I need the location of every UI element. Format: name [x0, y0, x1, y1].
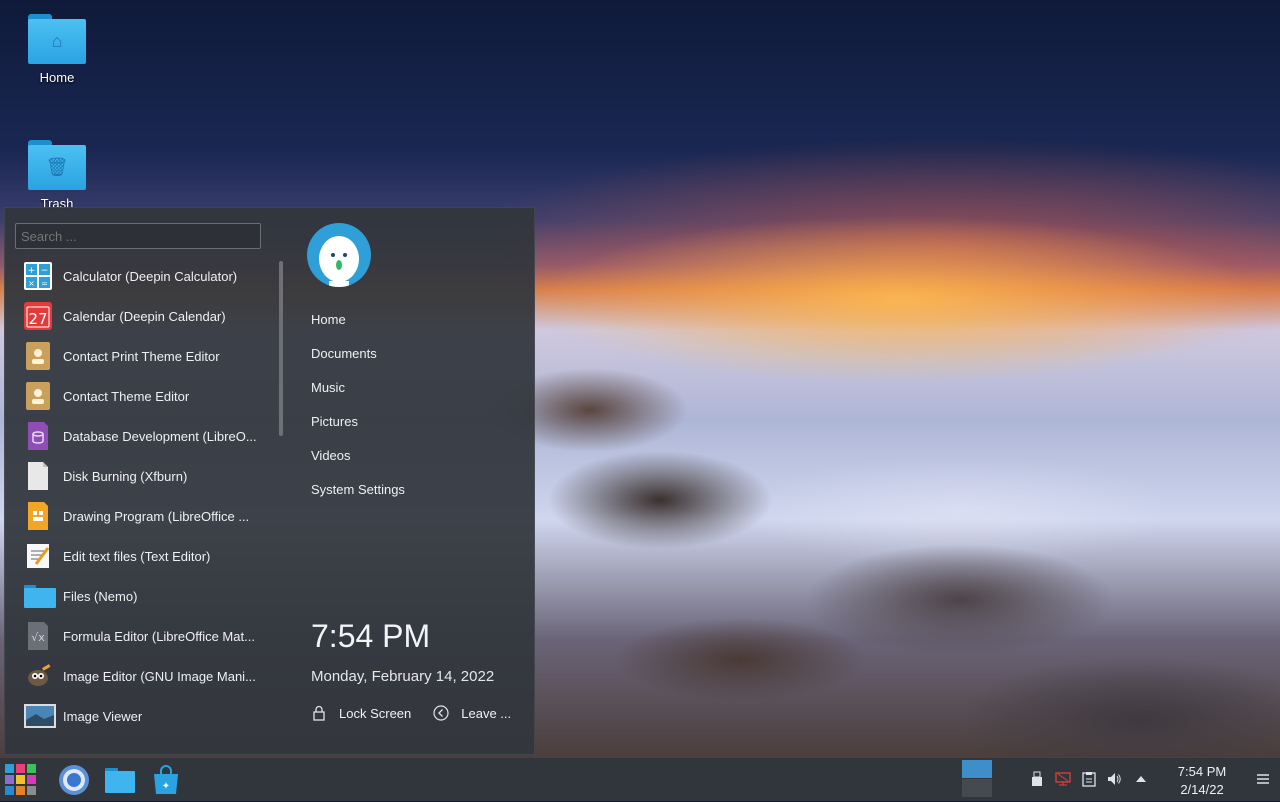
libreoffice-base-icon [24, 422, 52, 450]
app-item-libreoffice-math[interactable]: √x Formula Editor (LibreOffice Mat... [5, 616, 277, 656]
calendar-badge: 27 [28, 310, 47, 328]
leave-label: Leave ... [461, 705, 512, 721]
desktop-1-cell[interactable] [962, 760, 992, 778]
text-editor-icon [24, 542, 52, 570]
svg-text:×: × [28, 279, 35, 288]
app-label: Calendar (Deepin Calendar) [63, 308, 226, 324]
place-music[interactable]: Music [311, 371, 405, 405]
clock-time: 7:54 PM [1177, 764, 1227, 779]
leave-button[interactable]: Leave ... [433, 705, 511, 721]
app-item-contact-theme-editor[interactable]: Contact Theme Editor [5, 376, 277, 416]
lock-icon [313, 705, 325, 721]
volume-icon[interactable] [1106, 771, 1122, 787]
app-list-scrollbar[interactable] [279, 261, 283, 436]
network-icon[interactable] [1055, 771, 1071, 787]
usb-icon[interactable] [1029, 771, 1045, 787]
app-item-xfburn[interactable]: Disk Burning (Xfburn) [5, 456, 277, 496]
menu-icon[interactable] [1255, 771, 1271, 787]
app-label: Database Development (LibreO... [63, 428, 257, 444]
app-item-gimp[interactable]: Image Editor (GNU Image Mani... [5, 656, 277, 696]
start-menu-icon[interactable] [4, 763, 36, 795]
places-list: Home Documents Music Pictures Videos Sys… [311, 303, 405, 507]
app-item-image-viewer[interactable]: Image Viewer [5, 696, 277, 736]
desktop-2-cell[interactable] [962, 779, 992, 797]
clock-date: 2/14/22 [1180, 782, 1224, 797]
app-item-libreoffice-draw[interactable]: Drawing Program (LibreOffice ... [5, 496, 277, 536]
taskbar-clock[interactable]: 7:54 PM 2/14/22 [1160, 763, 1244, 799]
svg-text:=: = [41, 279, 48, 288]
folder-icon [24, 582, 56, 610]
app-item-calendar[interactable]: 27 Calendar (Deepin Calendar) [5, 296, 277, 336]
expand-tray-icon[interactable] [1133, 771, 1149, 787]
desktop-icon-label: Home [39, 70, 75, 85]
gimp-icon [24, 662, 52, 690]
svg-text:−: − [41, 266, 49, 276]
app-label: Calculator (Deepin Calculator) [63, 268, 238, 284]
app-item-text-editor[interactable]: Edit text files (Text Editor) [5, 536, 277, 576]
app-label: Image Viewer [63, 708, 143, 724]
calculator-icon: + − × = [24, 262, 52, 290]
session-actions: Lock Screen Leave ... [311, 705, 533, 721]
app-label: Contact Theme Editor [63, 388, 190, 404]
place-documents[interactable]: Documents [311, 337, 405, 371]
clipboard-icon[interactable] [1081, 771, 1097, 787]
app-label: Image Editor (GNU Image Mani... [63, 668, 256, 684]
app-label: Drawing Program (LibreOffice ... [63, 508, 250, 524]
contact-theme-icon [24, 382, 52, 410]
calendar-icon: 27 [24, 302, 52, 330]
app-item-contact-print-theme-editor[interactable]: Contact Print Theme Editor [5, 336, 277, 376]
desktop-icon-home[interactable]: ⌂ Home [12, 14, 102, 85]
svg-text:✦: ✦ [162, 781, 170, 792]
user-avatar[interactable] [307, 223, 371, 287]
lock-screen-button[interactable]: Lock Screen [311, 705, 411, 721]
app-label: Edit text files (Text Editor) [63, 548, 211, 564]
taskbar: ✦ 7:54 PM 2/14/22 [0, 757, 1280, 801]
app-item-libreoffice-base[interactable]: Database Development (LibreO... [5, 416, 277, 456]
svg-text:+: + [28, 266, 36, 276]
app-item-files-nemo[interactable]: Files (Nemo) [5, 576, 277, 616]
leave-icon [433, 705, 449, 721]
app-item-calculator[interactable]: + − × = Calculator (Deepin Calculator) [5, 256, 277, 296]
software-store-icon[interactable]: ✦ [150, 764, 182, 796]
image-viewer-icon [24, 702, 56, 730]
app-list: + − × = Calculator (Deepin Calculator) 2… [5, 256, 277, 736]
app-label: Disk Burning (Xfburn) [63, 468, 188, 484]
place-home[interactable]: Home [311, 303, 405, 337]
virtual-desktop-pager[interactable] [962, 760, 992, 798]
trash-folder-icon: 🗑 [28, 140, 86, 190]
search-input[interactable] [15, 223, 261, 249]
chromium-icon[interactable] [58, 764, 90, 796]
app-label: Contact Print Theme Editor [63, 348, 220, 364]
svg-text:√x: √x [31, 631, 45, 644]
place-system-settings[interactable]: System Settings [311, 473, 405, 507]
place-videos[interactable]: Videos [311, 439, 405, 473]
disk-burning-icon [24, 462, 52, 490]
wallpaper [440, 280, 1280, 760]
app-label: Files (Nemo) [63, 588, 138, 604]
application-launcher: + − × = Calculator (Deepin Calculator) 2… [4, 207, 535, 755]
desktop-icon-trash[interactable]: 🗑 Trash [12, 140, 102, 211]
home-folder-icon: ⌂ [28, 14, 86, 64]
libreoffice-draw-icon [24, 502, 52, 530]
file-manager-icon[interactable] [104, 764, 136, 796]
app-label: Formula Editor (LibreOffice Mat... [63, 628, 255, 644]
launcher-date: Monday, February 14, 2022 [311, 668, 495, 685]
libreoffice-math-icon: √x [24, 622, 52, 650]
lock-screen-label: Lock Screen [339, 705, 412, 721]
contact-print-theme-icon [24, 342, 52, 370]
launcher-clock: 7:54 PM [311, 618, 431, 654]
place-pictures[interactable]: Pictures [311, 405, 405, 439]
